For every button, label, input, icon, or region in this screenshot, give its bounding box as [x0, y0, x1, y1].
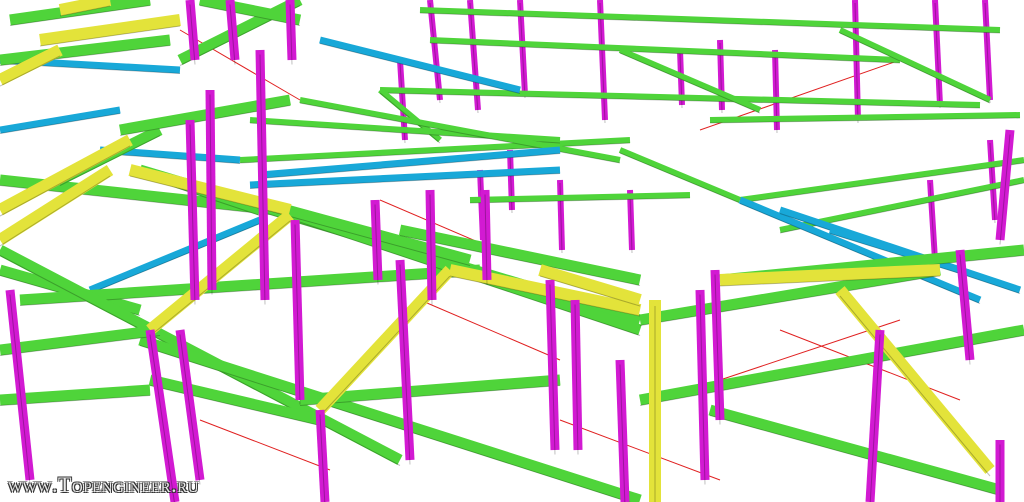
- steel-structure-render: www.Topengineer.ru: [0, 0, 1024, 502]
- rafter: [146, 210, 294, 335]
- bracing-rod: [179, 29, 301, 101]
- purlin: [0, 106, 121, 134]
- bracing-rod: [199, 419, 331, 471]
- beam: [419, 7, 1001, 33]
- beam: [739, 157, 1024, 203]
- beam: [429, 42, 901, 64]
- beam: [838, 27, 992, 103]
- watermark: www.Topengineer.ru: [8, 472, 199, 497]
- beam: [0, 34, 171, 66]
- beam: [419, 12, 1001, 34]
- beam: [138, 334, 642, 502]
- beam: [739, 162, 1024, 204]
- beam: [0, 324, 161, 356]
- bracing-rod: [559, 419, 721, 481]
- column: [429, 2, 441, 104]
- steel-frame-3d-model: [0, 0, 1024, 502]
- purlin: [319, 43, 521, 94]
- bracing-rod: [419, 299, 561, 361]
- beam: [429, 37, 901, 63]
- beam: [839, 32, 991, 104]
- purlin: [319, 36, 521, 94]
- column: [9, 294, 31, 485]
- beam: [619, 52, 761, 114]
